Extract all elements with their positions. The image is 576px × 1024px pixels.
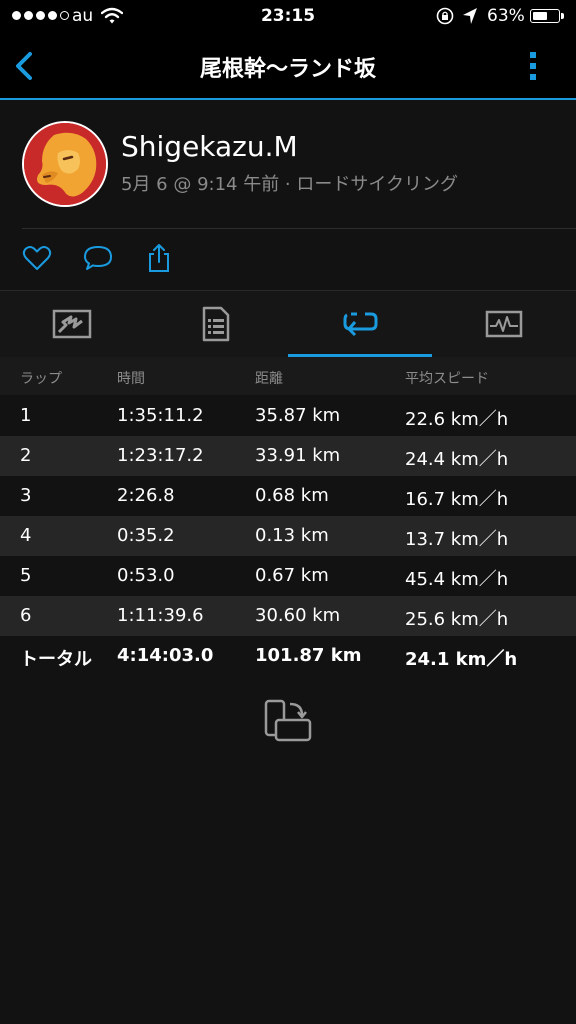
divider: [22, 228, 576, 229]
lap-speed: 22.6 km／h: [405, 409, 509, 430]
lap-distance: 0.67 km: [255, 565, 329, 586]
nav-bar: 尾根幹〜ランド坂: [0, 34, 576, 100]
total-label: トータル: [20, 649, 92, 670]
table-row: 5 0:53.0 0.67 km 45.4 km／h: [0, 556, 576, 596]
battery-icon: [530, 9, 560, 23]
lap-number: 5: [20, 565, 32, 586]
status-bar: au 23:15 63%: [0, 0, 576, 34]
lap-distance: 0.68 km: [255, 485, 329, 506]
battery-percent: 63%: [487, 6, 525, 26]
map-icon: [52, 309, 92, 339]
share-icon[interactable]: [143, 242, 175, 274]
lap-distance: 35.87 km: [255, 405, 341, 426]
lap-distance: 33.91 km: [255, 445, 341, 466]
tab-details[interactable]: [144, 291, 288, 357]
rotation-lock-icon: [436, 7, 454, 25]
tab-bar: [0, 290, 576, 358]
header-avg-speed: 平均スピード: [405, 371, 489, 387]
table-row: 4 0:35.2 0.13 km 13.7 km／h: [0, 516, 576, 556]
lap-time: 2:26.8: [117, 485, 175, 506]
table-row: 1 1:35:11.2 35.87 km 22.6 km／h: [0, 396, 576, 436]
total-distance: 101.87 km: [255, 645, 362, 666]
lap-time: 0:53.0: [117, 565, 175, 586]
lap-distance: 30.60 km: [255, 605, 341, 626]
lap-number: 4: [20, 525, 32, 546]
activity-meta: 5月 6 @ 9:14 午前 · ロードサイクリング: [121, 174, 459, 195]
lap-speed: 25.6 km／h: [405, 609, 509, 630]
lap-time: 1:11:39.6: [117, 605, 204, 626]
lap-speed: 24.4 km／h: [405, 449, 509, 470]
table-row: 2 1:23:17.2 33.91 km 24.4 km／h: [0, 436, 576, 476]
lap-distance: 0.13 km: [255, 525, 329, 546]
lap-time: 1:35:11.2: [117, 405, 204, 426]
total-time: 4:14:03.0: [117, 645, 214, 666]
table-total-row: トータル 4:14:03.0 101.87 km 24.1 km／h: [0, 636, 576, 676]
header-distance: 距離: [255, 371, 283, 387]
comment-icon[interactable]: [82, 242, 114, 274]
lap-number: 6: [20, 605, 32, 626]
location-arrow-icon: [463, 8, 477, 24]
table-row: 3 2:26.8 0.68 km 16.7 km／h: [0, 476, 576, 516]
user-name[interactable]: Shigekazu.M: [121, 130, 298, 163]
total-speed: 24.1 km／h: [405, 649, 518, 670]
lap-speed: 16.7 km／h: [405, 489, 509, 510]
avatar[interactable]: [22, 121, 108, 207]
laps-icon: [343, 312, 378, 336]
lap-speed: 45.4 km／h: [405, 569, 509, 590]
lap-time: 1:23:17.2: [117, 445, 204, 466]
chart-icon: [485, 310, 523, 338]
page-title: 尾根幹〜ランド坂: [199, 57, 376, 82]
lap-number: 1: [20, 405, 32, 426]
lap-number: 2: [20, 445, 32, 466]
details-icon: [202, 306, 230, 342]
tab-laps[interactable]: [288, 291, 432, 357]
lap-number: 3: [20, 485, 32, 506]
rotate-device-icon[interactable]: [262, 698, 314, 746]
tab-map[interactable]: [0, 291, 144, 357]
tab-chart[interactable]: [432, 291, 576, 357]
more-vertical-icon[interactable]: [521, 48, 545, 84]
lap-time: 0:35.2: [117, 525, 175, 546]
header-time: 時間: [117, 371, 145, 387]
laps-table-header: ラップ 時間 距離 平均スピード: [0, 357, 576, 395]
heart-icon[interactable]: [21, 242, 53, 274]
table-row: 6 1:11:39.6 30.60 km 25.6 km／h: [0, 596, 576, 636]
header-lap: ラップ: [20, 371, 62, 387]
lap-speed: 13.7 km／h: [405, 529, 509, 550]
lion-avatar-icon: [24, 123, 106, 205]
